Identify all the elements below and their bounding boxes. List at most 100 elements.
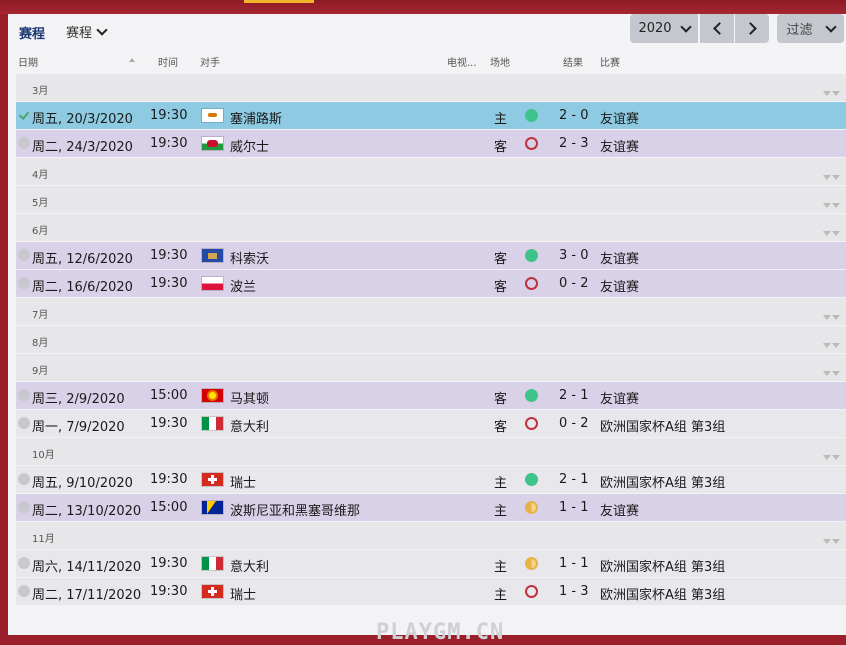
match-venue: 客: [494, 252, 508, 267]
month-label: 6月: [32, 226, 49, 237]
year-label: 2020: [638, 21, 672, 36]
chevron-down-icon: [679, 20, 692, 33]
match-score[interactable]: 1 - 3: [559, 584, 589, 599]
previous-year-button[interactable]: [700, 14, 734, 43]
month-group-header[interactable]: 8月: [16, 326, 846, 353]
competition-link[interactable]: 友谊赛: [600, 388, 639, 407]
column-header-competition[interactable]: 比赛: [600, 54, 620, 69]
collapse-icon[interactable]: [822, 337, 840, 352]
row-select-checkbox[interactable]: [18, 277, 30, 289]
result-win-icon: [525, 473, 538, 486]
match-date: 周六, 14/11/2020: [32, 560, 142, 575]
table-row[interactable]: 周二, 16/6/2020 19:30 波兰 客 0 - 2 友谊赛: [16, 270, 846, 297]
row-select-checkbox[interactable]: [18, 389, 30, 401]
month-label: 4月: [32, 170, 49, 181]
result-loss-icon: [525, 585, 538, 598]
match-date: 周一, 7/9/2020: [32, 420, 125, 435]
competition-link[interactable]: 友谊赛: [600, 136, 639, 155]
row-select-checkbox[interactable]: [18, 557, 30, 569]
active-tab-indicator: [244, 0, 314, 3]
month-group-header[interactable]: 11月: [16, 522, 846, 549]
column-header-venue[interactable]: 场地: [490, 54, 510, 69]
collapse-icon[interactable]: [822, 449, 840, 464]
competition-link[interactable]: 友谊赛: [600, 500, 639, 519]
collapse-icon[interactable]: [822, 365, 840, 380]
wales-flag: [202, 137, 223, 150]
collapse-icon[interactable]: [822, 309, 840, 324]
column-header-tv[interactable]: 电视...: [447, 54, 477, 69]
table-row[interactable]: 周二, 17/11/2020 19:30 瑞士 主 1 - 3 欧洲国家杯A组 第3组: [16, 578, 846, 605]
month-group-header[interactable]: 10月: [16, 438, 846, 465]
row-select-checkbox[interactable]: [18, 137, 30, 149]
column-header-result[interactable]: 结果: [563, 54, 583, 69]
match-score[interactable]: 1 - 1: [559, 500, 589, 515]
table-row[interactable]: 周一, 7/9/2020 19:30 意大利 客 0 - 2 欧洲国家杯A组 第3组: [16, 410, 846, 437]
competition-link[interactable]: 友谊赛: [600, 108, 639, 127]
match-score[interactable]: 2 - 3: [559, 136, 589, 151]
competition-link[interactable]: 欧洲国家杯A组 第3组: [600, 556, 725, 575]
collapse-icon[interactable]: [822, 533, 840, 548]
collapse-icon[interactable]: [822, 197, 840, 212]
match-score[interactable]: 3 - 0: [559, 248, 589, 263]
table-row[interactable]: 周五, 9/10/2020 19:30 瑞士 主 2 - 1 欧洲国家杯A组 第3组: [16, 466, 846, 493]
table-row[interactable]: 周六, 14/11/2020 19:30 意大利 主 1 - 1 欧洲国家杯A组 第3组: [16, 550, 846, 577]
table-row[interactable]: 周三, 2/9/2020 15:00 马其顿 客 2 - 1 友谊赛: [16, 382, 846, 409]
competition-link[interactable]: 友谊赛: [600, 276, 639, 295]
view-dropdown[interactable]: 赛程: [66, 22, 108, 41]
row-select-checkbox[interactable]: [18, 249, 30, 261]
match-venue: 主: [494, 560, 508, 575]
match-date: 周二, 13/10/2020: [32, 504, 142, 519]
table-row[interactable]: 周二, 24/3/2020 19:30 威尔士 客 2 - 3 友谊赛: [16, 130, 846, 157]
month-group-header[interactable]: 6月: [16, 214, 846, 241]
match-score[interactable]: 0 - 2: [559, 276, 589, 291]
column-header-opponent[interactable]: 对手: [200, 54, 220, 69]
opponent-link[interactable]: 瑞士: [230, 472, 256, 491]
month-group-header[interactable]: 4月: [16, 158, 846, 185]
month-group-header[interactable]: 9月: [16, 354, 846, 381]
opponent-link[interactable]: 瑞士: [230, 584, 256, 603]
opponent-link[interactable]: 波兰: [230, 276, 256, 295]
row-select-checkbox[interactable]: [18, 585, 30, 597]
year-dropdown[interactable]: 2020: [630, 14, 698, 43]
competition-link[interactable]: 欧洲国家杯A组 第3组: [600, 416, 725, 435]
match-score[interactable]: 2 - 1: [559, 472, 589, 487]
opponent-link[interactable]: 波斯尼亚和黑塞哥维那: [230, 500, 360, 519]
match-score[interactable]: 1 - 1: [559, 556, 589, 571]
competition-link[interactable]: 欧洲国家杯A组 第3组: [600, 584, 725, 603]
match-venue: 客: [494, 392, 508, 407]
opponent-link[interactable]: 威尔士: [230, 136, 269, 155]
opponent-link[interactable]: 意大利: [230, 416, 269, 435]
next-year-button[interactable]: [735, 14, 769, 43]
collapse-icon[interactable]: [822, 169, 840, 184]
table-row[interactable]: 周二, 13/10/2020 15:00 波斯尼亚和黑塞哥维那 主 1 - 1 友谊赛: [16, 494, 846, 521]
month-group-header[interactable]: 7月: [16, 298, 846, 325]
table-row[interactable]: 周五, 20/3/2020 19:30 塞浦路斯 主 2 - 0 友谊赛: [16, 102, 846, 129]
table-row[interactable]: 周五, 12/6/2020 19:30 科索沃 客 3 - 0 友谊赛: [16, 242, 846, 269]
opponent-link[interactable]: 科索沃: [230, 248, 269, 267]
match-score[interactable]: 0 - 2: [559, 416, 589, 431]
opponent-link[interactable]: 塞浦路斯: [230, 108, 282, 127]
opponent-link[interactable]: 意大利: [230, 556, 269, 575]
filter-button[interactable]: 过滤: [777, 14, 844, 43]
month-group-header[interactable]: 5月: [16, 186, 846, 213]
match-score[interactable]: 2 - 1: [559, 388, 589, 403]
opponent-link[interactable]: 马其顿: [230, 388, 269, 407]
row-select-checkbox[interactable]: [18, 109, 30, 121]
competition-link[interactable]: 友谊赛: [600, 248, 639, 267]
row-select-checkbox[interactable]: [18, 417, 30, 429]
column-header-time[interactable]: 时间: [158, 54, 178, 69]
collapse-icon[interactable]: [822, 85, 840, 100]
result-win-icon: [525, 389, 538, 402]
competition-link[interactable]: 欧洲国家杯A组 第3组: [600, 472, 725, 491]
column-header-date[interactable]: 日期: [18, 54, 38, 69]
match-venue: 主: [494, 504, 508, 519]
match-venue: 主: [494, 588, 508, 603]
row-select-checkbox[interactable]: [18, 501, 30, 513]
match-time: 19:30: [150, 108, 188, 123]
match-score[interactable]: 2 - 0: [559, 108, 589, 123]
collapse-icon[interactable]: [822, 225, 840, 240]
match-date: 周三, 2/9/2020: [32, 392, 125, 407]
match-time: 19:30: [150, 276, 188, 291]
row-select-checkbox[interactable]: [18, 473, 30, 485]
month-group-header[interactable]: 3月: [16, 74, 846, 101]
